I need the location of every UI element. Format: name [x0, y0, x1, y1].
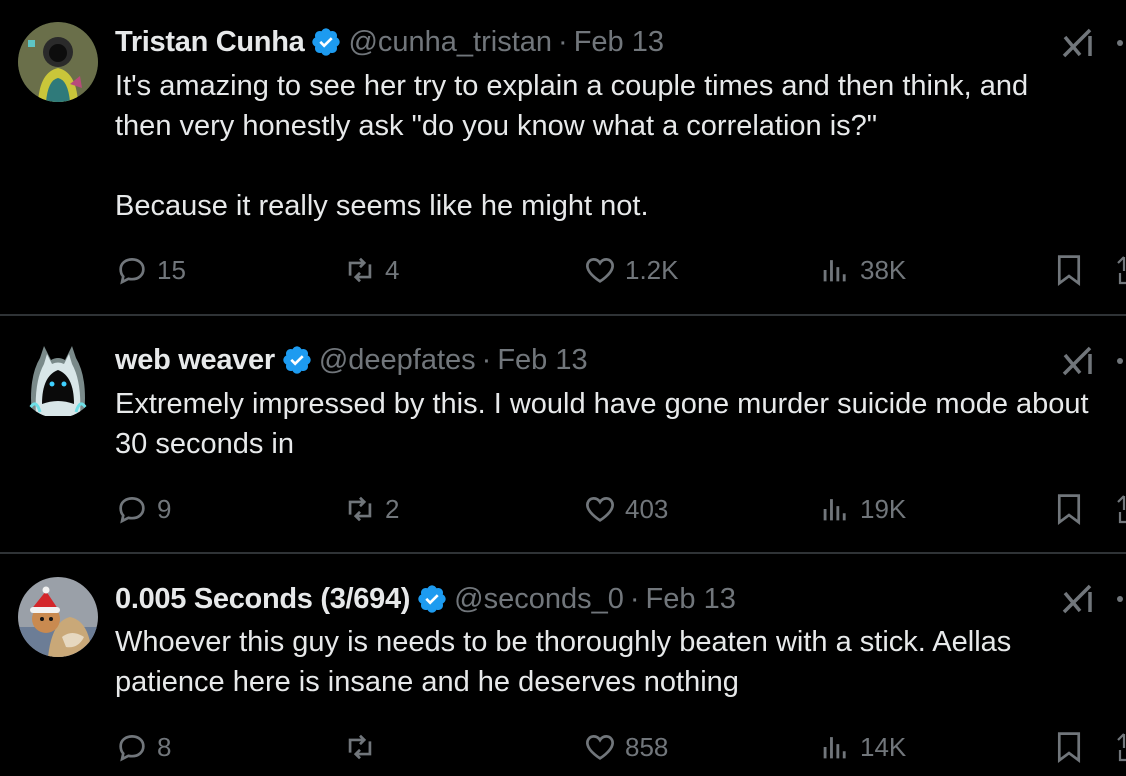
- tweet-header: 0.005 Seconds (3/694) @seconds_0 · Feb 1…: [115, 579, 736, 619]
- separator: ·: [558, 25, 568, 58]
- tweet-text: Whoever this guy is needs to be thorough…: [115, 622, 1126, 702]
- reply-icon: [119, 258, 145, 285]
- repost-button[interactable]: 4: [343, 250, 399, 290]
- tweet[interactable]: 0.005 Seconds (3/694) @seconds_0 · Feb 1…: [0, 554, 1126, 776]
- views-icon: [823, 499, 846, 521]
- heart-icon: [586, 258, 614, 283]
- tweet-text: It's amazing to see her try to explain a…: [115, 66, 1126, 226]
- text-line: 30 seconds in: [115, 428, 294, 460]
- text-line: Extremely impressed by this. I would hav…: [115, 388, 1089, 420]
- views-button[interactable]: 14K: [818, 727, 906, 767]
- handle[interactable]: @cunha_tristan: [348, 26, 552, 59]
- share-icon[interactable]: [1116, 253, 1126, 287]
- timestamp[interactable]: Feb 13: [497, 344, 587, 377]
- bookmark-icon[interactable]: [1054, 492, 1084, 526]
- reply-button[interactable]: 9: [115, 489, 171, 529]
- tweet-header: web weaver @deepfates · Feb 13: [115, 340, 588, 380]
- verified-badge-icon: [418, 585, 446, 613]
- tweet-actions: 8 858 14K: [115, 727, 1126, 767]
- tweet-text: Extremely impressed by this. I would hav…: [115, 384, 1126, 464]
- tweet-actions: 9 2 403 19K: [115, 489, 1126, 529]
- views-icon: [823, 737, 846, 759]
- views-count: 14K: [860, 731, 907, 762]
- bookmark-icon[interactable]: [1054, 730, 1084, 764]
- avatar[interactable]: [18, 577, 98, 657]
- like-button[interactable]: 403: [583, 489, 668, 529]
- display-name[interactable]: 0.005 Seconds (3/694): [115, 583, 410, 616]
- display-name[interactable]: web weaver: [115, 344, 275, 377]
- more-options-icon[interactable]: [1114, 26, 1126, 60]
- more-options-icon[interactable]: [1114, 344, 1126, 378]
- text-line: then very honestly ask "do you know what…: [115, 110, 878, 142]
- timestamp[interactable]: Feb 13: [574, 26, 664, 59]
- text-line: [115, 146, 1126, 186]
- grok-icon[interactable]: [1060, 344, 1094, 378]
- verified-badge-icon: [283, 346, 311, 374]
- avatar[interactable]: [18, 22, 98, 102]
- like-count: 403: [625, 493, 669, 524]
- separator: ·: [481, 343, 492, 376]
- handle[interactable]: @seconds_0: [454, 583, 624, 616]
- text-line: patience here is insane and he deserves …: [115, 666, 739, 698]
- views-count: 38K: [860, 254, 907, 285]
- reply-icon: [119, 497, 145, 524]
- repost-icon: [348, 496, 372, 522]
- tweet[interactable]: Tristan Cunha @cunha_tristan · Feb 13 It…: [0, 0, 1126, 314]
- tweet-actions: 15 4 1.2K 38K: [115, 250, 1126, 290]
- repost-button[interactable]: 2: [343, 489, 399, 529]
- like-button[interactable]: 1.2K: [583, 250, 679, 290]
- views-count: 19K: [860, 493, 907, 524]
- bookmark-icon[interactable]: [1054, 253, 1084, 287]
- like-count: 1.2K: [625, 254, 679, 285]
- reply-button[interactable]: 8: [115, 727, 171, 767]
- reply-feed: Tristan Cunha @cunha_tristan · Feb 13 It…: [0, 0, 1126, 776]
- reply-button[interactable]: 15: [115, 250, 186, 290]
- views-button[interactable]: 38K: [818, 250, 906, 290]
- verified-badge-icon: [312, 28, 341, 56]
- more-options-icon[interactable]: [1114, 582, 1126, 616]
- reply-icon: [119, 735, 145, 762]
- tweet-header: Tristan Cunha @cunha_tristan · Feb 13: [115, 22, 664, 62]
- repost-count: 2: [385, 493, 400, 524]
- text-line: Whoever this guy is needs to be thorough…: [115, 626, 1012, 658]
- like-button[interactable]: 858: [583, 727, 668, 767]
- text-line: It's amazing to see her try to explain a…: [115, 70, 1029, 102]
- views-icon: [823, 260, 846, 282]
- reply-count: 15: [157, 254, 186, 285]
- text-line: Because it really seems like he might no…: [115, 190, 649, 222]
- avatar[interactable]: [18, 338, 98, 418]
- handle[interactable]: @deepfates: [319, 344, 476, 377]
- reply-count: 8: [157, 731, 172, 762]
- tweet[interactable]: web weaver @deepfates · Feb 13 Extremely…: [0, 316, 1126, 552]
- heart-icon: [586, 497, 614, 522]
- repost-button[interactable]: [343, 727, 385, 767]
- reply-count: 9: [157, 493, 172, 524]
- repost-icon: [348, 257, 372, 283]
- grok-icon[interactable]: [1060, 582, 1094, 616]
- timestamp[interactable]: Feb 13: [646, 583, 736, 616]
- share-icon[interactable]: [1116, 492, 1126, 526]
- repost-count: 4: [385, 254, 400, 285]
- share-icon[interactable]: [1116, 730, 1126, 764]
- repost-icon: [348, 734, 372, 760]
- like-count: 858: [625, 731, 669, 762]
- display-name[interactable]: Tristan Cunha: [115, 26, 305, 59]
- grok-icon[interactable]: [1060, 26, 1094, 60]
- heart-icon: [586, 735, 614, 760]
- views-button[interactable]: 19K: [818, 489, 906, 529]
- separator: ·: [629, 582, 640, 615]
